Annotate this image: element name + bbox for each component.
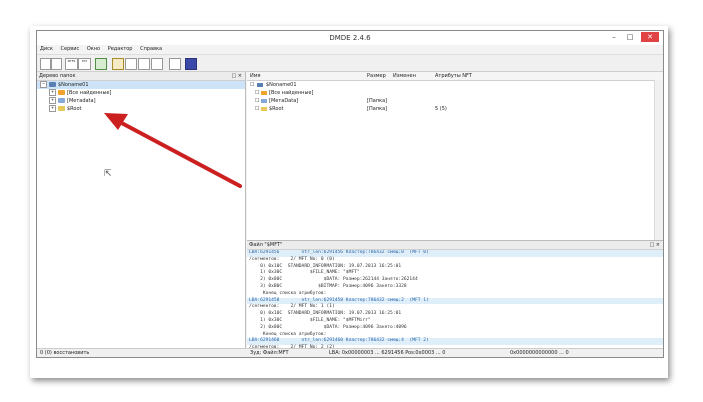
red-arrow-annotation — [104, 113, 242, 188]
